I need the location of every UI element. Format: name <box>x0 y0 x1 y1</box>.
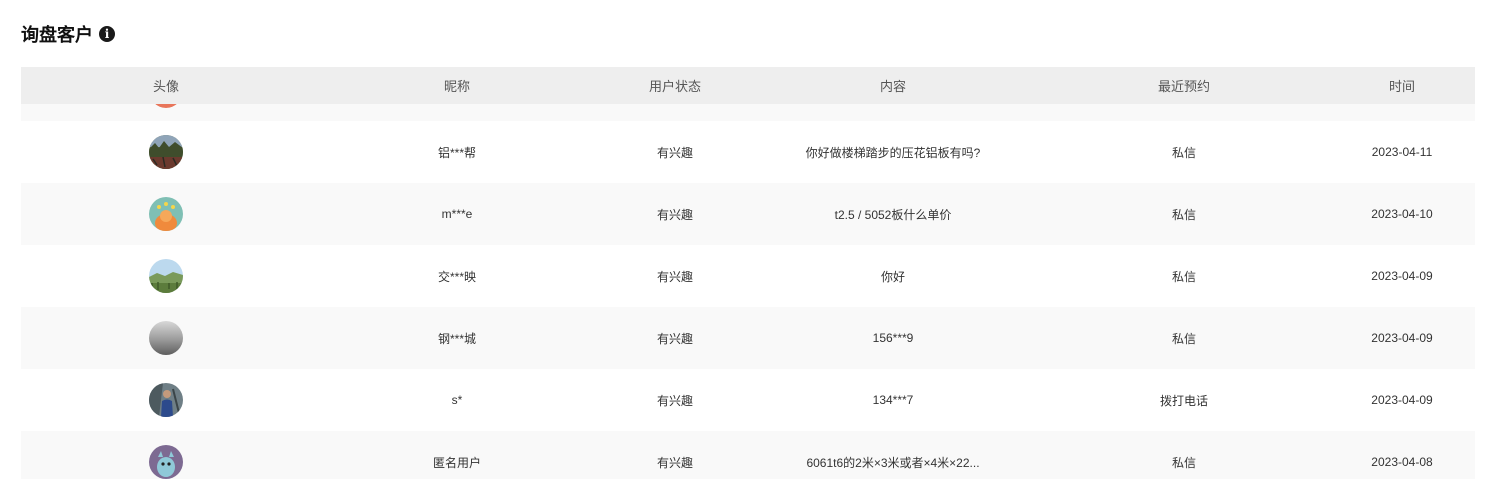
status-cell: 有兴趣 <box>656 331 693 346</box>
content-cell: 你好做楼梯踏步的压花铝板有吗? <box>805 145 981 160</box>
table-row[interactable]: 交***映 有兴趣 你好 私信 2023-04-09 <box>21 245 1475 307</box>
content-cell: 你好 <box>880 269 905 284</box>
nickname-cell: m***e <box>441 207 473 221</box>
appointment-cell: 私信 <box>1171 455 1196 470</box>
column-header-time: 时间 <box>1388 79 1415 94</box>
person-photo-avatar <box>149 383 183 417</box>
cartoon-purple-avatar <box>149 445 183 479</box>
status-cell: 有兴趣 <box>656 145 693 160</box>
table-header: 头像 昵称 用户状态 内容 最近预约 时间 <box>21 67 1475 104</box>
forest-photo-avatar <box>149 135 183 169</box>
time-cell: 2023-04-09 <box>1371 393 1433 407</box>
inquiry-table: 头像 昵称 用户状态 内容 最近预约 时间 铝***帮 有兴趣 你好做楼梯踏步的… <box>21 67 1475 479</box>
nickname-cell: s* <box>451 393 463 407</box>
table-body[interactable]: 铝***帮 有兴趣 你好做楼梯踏步的压花铝板有吗? 私信 2023-04-11 … <box>21 74 1475 479</box>
table-row[interactable]: 匿名用户 有兴趣 6061t6的2米×3米或者×4米×22... 私信 2023… <box>21 431 1475 479</box>
appointment-cell: 私信 <box>1171 331 1196 346</box>
nickname-cell: 铝***帮 <box>437 145 476 160</box>
appointment-cell: 私信 <box>1171 269 1196 284</box>
appointment-cell: 拨打电话 <box>1159 393 1208 408</box>
content-cell: 134***7 <box>872 393 914 407</box>
appointment-cell: 私信 <box>1171 145 1196 160</box>
appointment-cell: 私信 <box>1171 207 1196 222</box>
time-cell: 2023-04-09 <box>1371 269 1433 283</box>
section-header: 询盘客户 i <box>21 20 115 48</box>
content-cell: 156***9 <box>872 331 914 345</box>
table-row[interactable]: 铝***帮 有兴趣 你好做楼梯踏步的压花铝板有吗? 私信 2023-04-11 <box>21 121 1475 183</box>
time-cell: 2023-04-10 <box>1371 207 1433 221</box>
column-header-status: 用户状态 <box>648 79 701 94</box>
nickname-cell: 匿名用户 <box>432 455 481 470</box>
info-icon[interactable]: i <box>99 26 115 42</box>
nickname-cell: 交***映 <box>437 269 476 284</box>
time-cell: 2023-04-08 <box>1371 455 1433 469</box>
status-cell: 有兴趣 <box>656 455 693 470</box>
grey-fog-avatar <box>149 321 183 355</box>
time-cell: 2023-04-11 <box>1371 145 1433 159</box>
page-title: 询盘客户 <box>21 25 93 46</box>
column-header-appointment: 最近预约 <box>1157 79 1210 94</box>
landscape-photo-avatar <box>149 259 183 293</box>
content-cell: t2.5 / 5052板什么单价 <box>834 207 952 222</box>
column-header-content: 内容 <box>879 79 906 94</box>
table-row[interactable]: s* 有兴趣 134***7 拨打电话 2023-04-09 <box>21 369 1475 431</box>
cartoon-teal-avatar <box>149 197 183 231</box>
table-row[interactable]: m***e 有兴趣 t2.5 / 5052板什么单价 私信 2023-04-10 <box>21 183 1475 245</box>
column-header-avatar: 头像 <box>152 79 179 94</box>
column-header-nickname: 昵称 <box>443 79 470 94</box>
nickname-cell: 钢***城 <box>437 331 476 346</box>
status-cell: 有兴趣 <box>656 393 693 408</box>
status-cell: 有兴趣 <box>656 269 693 284</box>
content-cell: 6061t6的2米×3米或者×4米×22... <box>806 455 980 470</box>
time-cell: 2023-04-09 <box>1371 331 1433 345</box>
status-cell: 有兴趣 <box>656 207 693 222</box>
table-row[interactable]: 钢***城 有兴趣 156***9 私信 2023-04-09 <box>21 307 1475 369</box>
